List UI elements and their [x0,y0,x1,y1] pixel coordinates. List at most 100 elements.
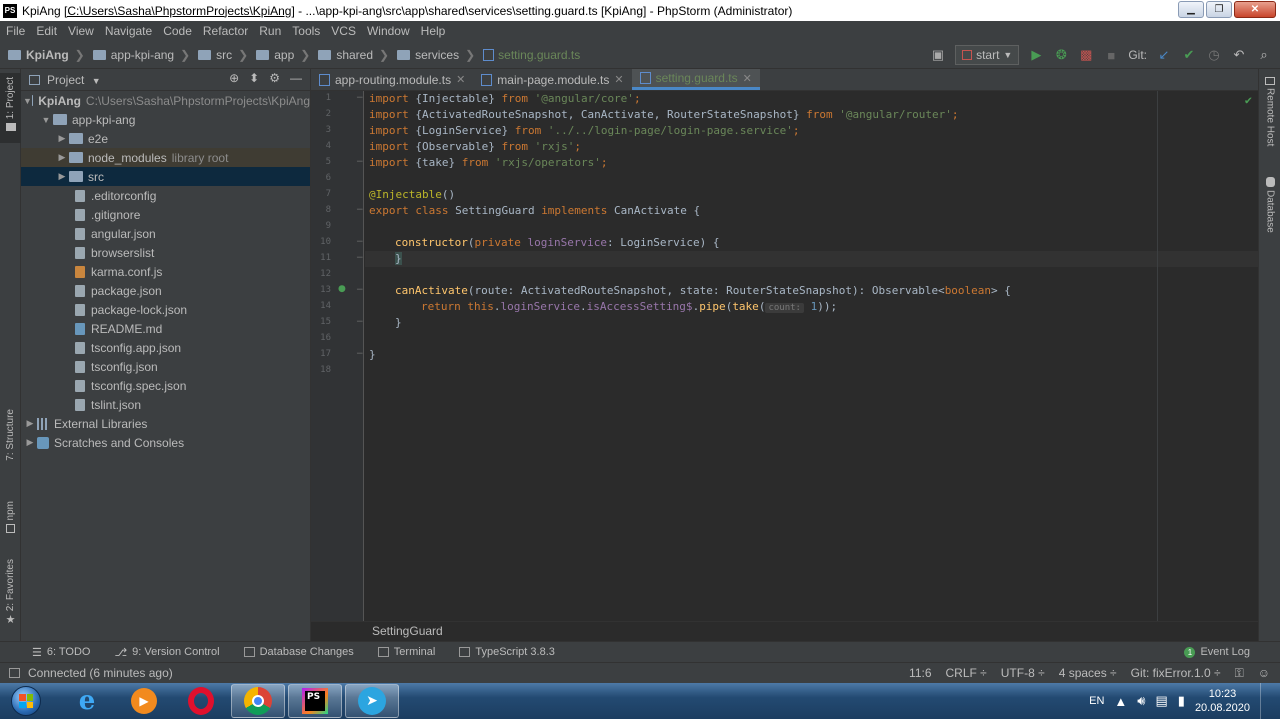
close-tab-icon[interactable]: ✕ [614,73,623,86]
volume-icon[interactable]: 🔊︎ [1137,693,1145,709]
event-log-tool-button[interactable]: 1 Event Log [1172,646,1262,658]
tab-remote-host-tool[interactable]: Remote Host [1259,77,1280,167]
version-control-tool-button[interactable]: ⎇ 9: Version Control [102,646,231,659]
tree-external-libraries[interactable]: ▶ External Libraries [21,414,310,433]
breadcrumb-shared[interactable]: shared ❯ [314,48,393,62]
menu-tools[interactable]: Tools [286,24,325,38]
caret-position[interactable]: 11:6 [909,666,931,680]
locate-icon[interactable]: ⊕ [229,71,239,85]
breadcrumb-src[interactable]: src ❯ [194,48,252,62]
breadcrumb-file[interactable]: setting.guard.ts [479,48,584,62]
indent-select[interactable]: 4 spaces ÷ [1059,666,1117,680]
network-icon[interactable]: ▤ [1155,693,1167,709]
debug-icon[interactable]: ❂ [1053,47,1069,63]
clock[interactable]: 10:23 20.08.2020 [1195,687,1250,715]
power-icon[interactable]: ▮ [1178,693,1185,709]
layout-icon[interactable]: ▣ [930,47,946,63]
tab-project-tool[interactable]: 1: Project [0,73,21,143]
menu-refactor[interactable]: Refactor [197,24,253,38]
tab-structure-tool[interactable]: 7: Structure [0,409,21,479]
tree-root[interactable]: ▼ KpiAng C:\Users\Sasha\PhpstormProjects\… [21,91,310,110]
tab-main-page[interactable]: main-page.module.ts ✕ [473,69,631,90]
tab-favorites-tool[interactable]: 2: Favorites ★ [0,559,21,634]
menu-vcs[interactable]: VCS [325,24,361,38]
tree-file[interactable]: karma.conf.js [21,262,310,281]
tree-file[interactable]: package-lock.json [21,300,310,319]
menu-file[interactable]: File [0,24,30,38]
git-branch-select[interactable]: Git: fixError.1.0 ÷ [1131,666,1221,680]
collapse-icon[interactable]: ⬍ [249,71,259,85]
menu-navigate[interactable]: Navigate [99,24,157,38]
tree-app-kpi-ang[interactable]: ▼ app-kpi-ang [21,110,310,129]
database-changes-tool-button[interactable]: Database Changes [232,646,366,658]
editor-breadcrumb[interactable]: SettingGuard [311,621,1258,641]
line-separator-select[interactable]: CRLF ÷ [946,666,987,680]
start-button[interactable] [6,683,46,719]
breadcrumb-app[interactable]: app ❯ [252,48,314,62]
code-editor[interactable]: ✔ import {Injectable} from '@angular/cor… [365,91,1258,621]
coverage-icon[interactable]: ▩ [1078,47,1094,63]
fold-icon[interactable]: − [356,349,364,359]
tree-file[interactable]: .editorconfig [21,186,310,205]
tree-file[interactable]: README.md [21,319,310,338]
run-config-select[interactable]: start ▼ [955,45,1020,65]
status-window-icon[interactable] [9,668,20,678]
taskbar-phpstorm[interactable]: PS [288,684,342,718]
project-view-select[interactable]: Project ▼ [47,73,101,87]
menu-help[interactable]: Help [415,24,451,38]
close-button[interactable]: ✕ [1234,1,1276,18]
fold-icon[interactable]: − [356,285,364,295]
hide-icon[interactable]: — [290,71,302,85]
tree-file[interactable]: tslint.json [21,395,310,414]
tab-database-tool[interactable]: Database [1259,177,1280,247]
close-tab-icon[interactable]: ✕ [456,73,465,86]
show-desktop-button[interactable] [1260,683,1272,719]
tree-file[interactable]: package.json [21,281,310,300]
git-update-icon[interactable]: ↙ [1156,47,1172,63]
fold-icon[interactable]: − [356,317,364,327]
taskbar-telegram[interactable]: ➤ [345,684,399,718]
breadcrumb-kpiang[interactable]: KpiAng ❯ [0,48,89,62]
tree-file[interactable]: browserslist [21,243,310,262]
tab-app-routing[interactable]: app-routing.module.ts ✕ [311,69,473,90]
tree-file[interactable]: tsconfig.json [21,357,310,376]
menu-run[interactable]: Run [253,24,286,38]
run-icon[interactable]: ▶ [1028,47,1044,63]
menu-view[interactable]: View [62,24,99,38]
gear-icon[interactable]: ⚙ [269,71,280,85]
show-hidden-icons-icon[interactable]: ▲ [1114,694,1127,709]
terminal-tool-button[interactable]: Terminal [366,646,448,658]
tree-src[interactable]: ▶ src [21,167,310,186]
tree-file[interactable]: angular.json [21,224,310,243]
todo-tool-button[interactable]: ☰ 6: TODO [0,646,102,659]
menu-edit[interactable]: Edit [30,24,62,38]
tree-file[interactable]: tsconfig.app.json [21,338,310,357]
taskbar-media-player[interactable]: ▶ [117,684,171,718]
git-rollback-icon[interactable]: ↶ [1231,47,1247,63]
git-history-icon[interactable]: ◷ [1206,47,1222,63]
minimize-button[interactable]: ▁ [1178,1,1204,18]
breadcrumb-services[interactable]: services ❯ [393,48,479,62]
inspector-icon[interactable]: ☺ [1258,666,1270,680]
taskbar-opera[interactable] [174,684,228,718]
taskbar-chrome[interactable] [231,684,285,718]
fold-icon[interactable]: − [356,157,364,167]
typescript-tool-button[interactable]: TypeScript 3.8.3 [447,646,567,658]
tree-e2e[interactable]: ▶ e2e [21,129,310,148]
close-tab-icon[interactable]: ✕ [743,72,752,85]
git-commit-icon[interactable]: ✔ [1181,47,1197,63]
encoding-select[interactable]: UTF-8 ÷ [1001,666,1045,680]
stop-icon[interactable]: ■ [1103,47,1119,63]
restore-button[interactable]: ❐ [1206,1,1232,18]
taskbar-internet-explorer[interactable]: e [60,684,114,718]
lock-icon[interactable]: ⚿ [1235,666,1244,681]
menu-code[interactable]: Code [157,24,197,38]
fold-icon[interactable]: − [356,253,364,263]
tree-file[interactable]: .gitignore [21,205,310,224]
tab-setting-guard[interactable]: setting.guard.ts ✕ [631,69,760,90]
language-indicator[interactable]: EN [1089,695,1104,707]
search-everywhere-icon[interactable]: ⌕ [1256,47,1272,63]
tab-npm-tool[interactable]: npm [0,501,21,546]
fold-icon[interactable]: − [356,93,364,103]
tree-scratches[interactable]: ▶ Scratches and Consoles [21,433,310,452]
